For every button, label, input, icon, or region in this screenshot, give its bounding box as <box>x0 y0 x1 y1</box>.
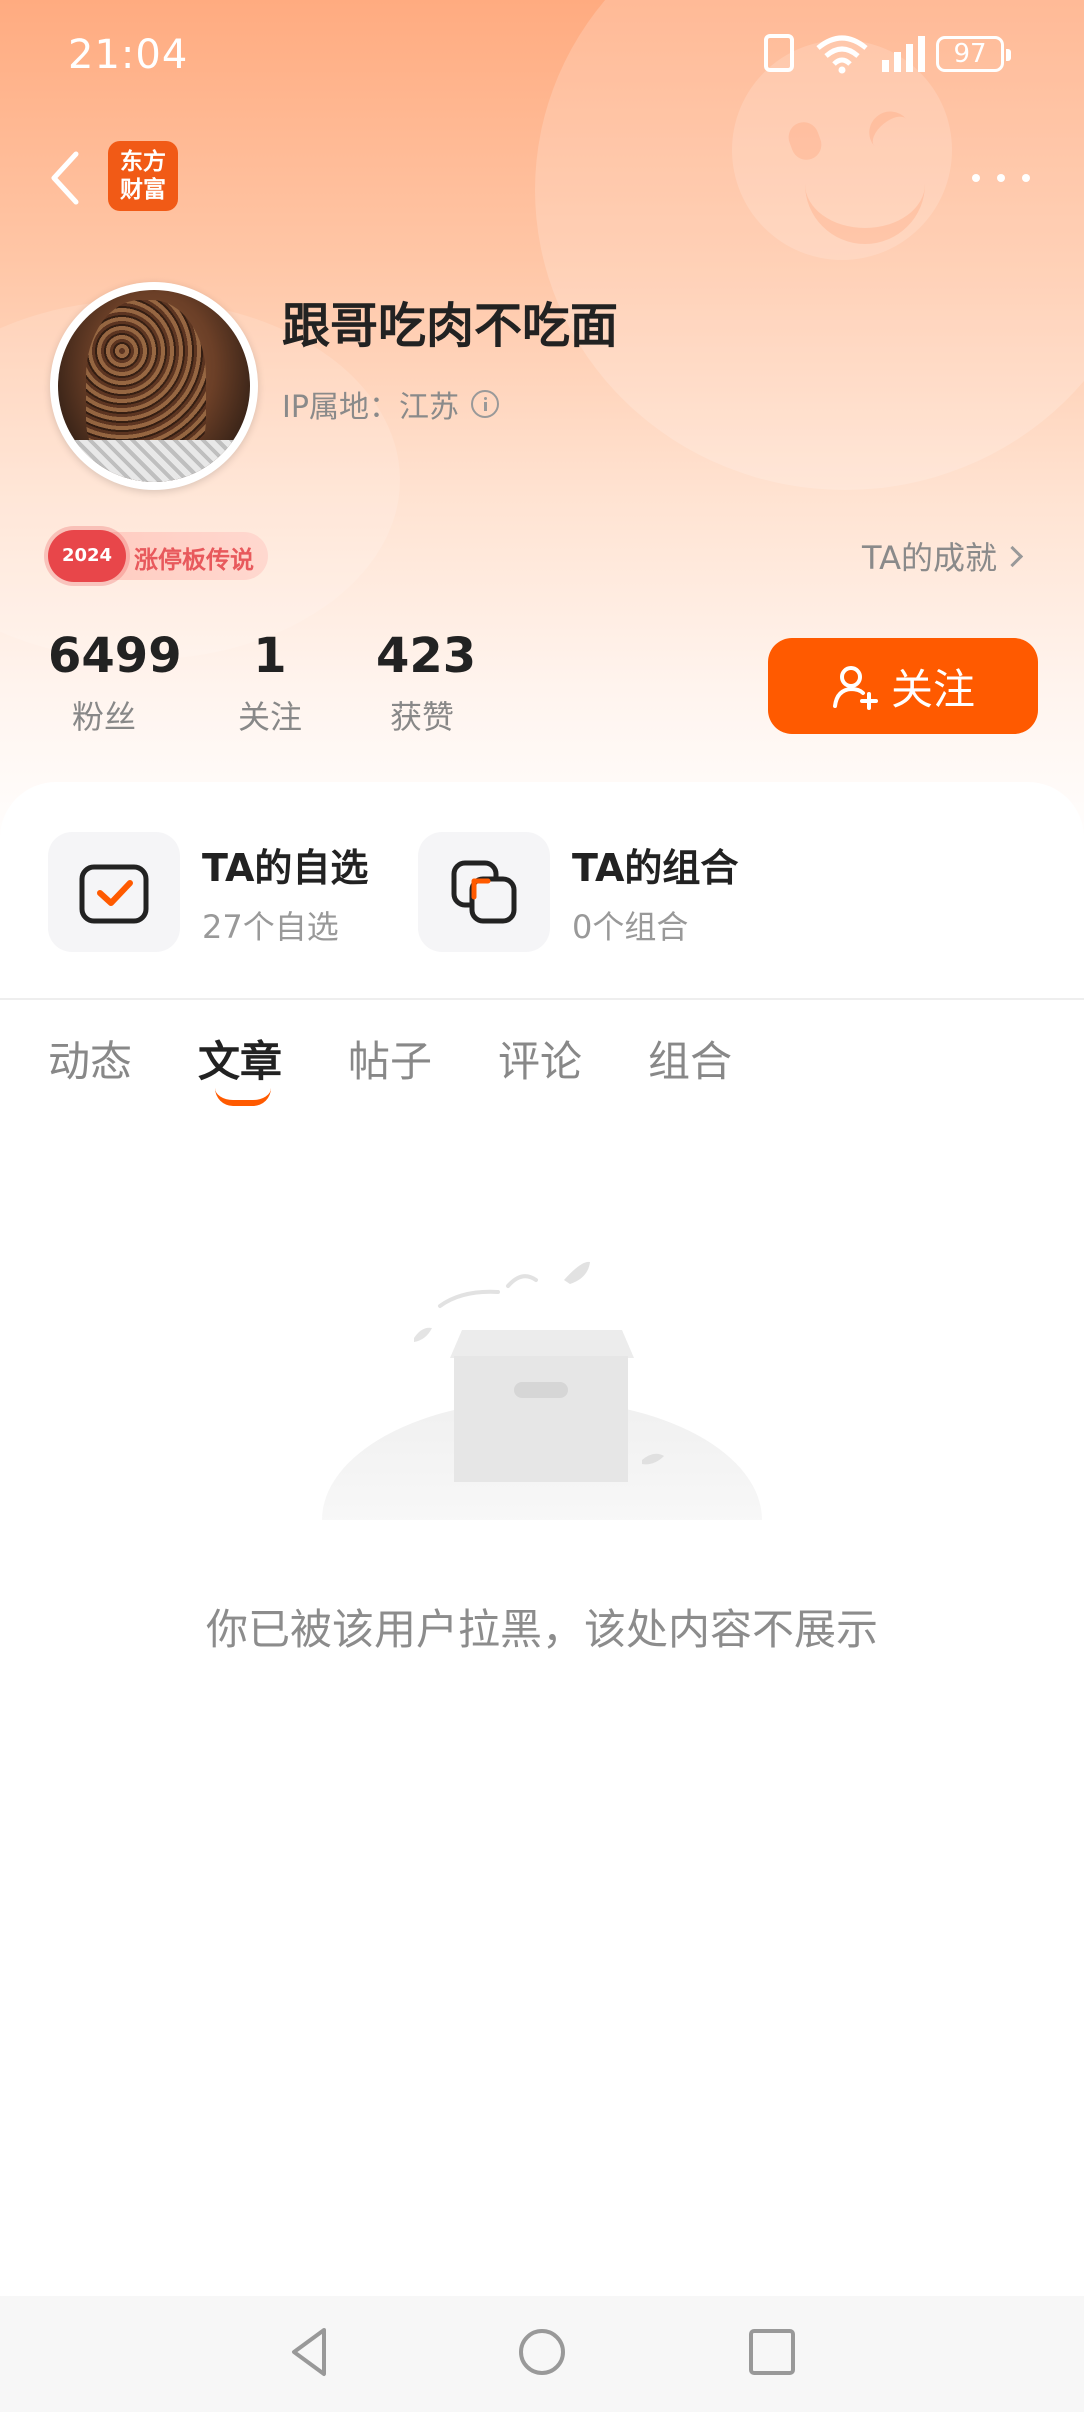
follow-button[interactable]: 关注 <box>768 638 1038 734</box>
follow-label: 关注 <box>890 664 975 714</box>
stat-following[interactable]: 1 关注 <box>230 628 310 738</box>
empty-box-illustration <box>322 1261 762 1520</box>
divider <box>0 998 1084 1000</box>
ip-location: IP属地：江苏 <box>282 382 499 426</box>
battery-indicator: 97 <box>936 36 1011 72</box>
portfolio-entry[interactable]: TA的组合 0个组合 <box>418 832 738 952</box>
system-nav-bar <box>0 2296 1084 2412</box>
chevron-right-icon <box>1001 545 1024 567</box>
vibrate-icon <box>764 34 794 72</box>
portfolio-tile <box>418 832 550 952</box>
tab-portfolios[interactable]: 组合 <box>648 1028 732 1089</box>
portfolio-count: 0个组合 <box>572 907 689 946</box>
logo-line1: 东方 <box>120 148 166 175</box>
empty-state-message: 你已被该用户拉黑，该处内容不展示 <box>205 1605 878 1654</box>
stat-label: 粉丝 <box>71 698 136 736</box>
status-time: 21:04 <box>68 32 189 78</box>
stat-likes[interactable]: 423 获赞 <box>376 628 477 738</box>
stat-value: 1 <box>253 628 287 684</box>
nav-recents-icon[interactable] <box>742 2322 802 2382</box>
avatar[interactable] <box>50 282 258 490</box>
logo-line2: 财富 <box>120 176 166 203</box>
portfolio-icon <box>451 860 517 924</box>
more-options-icon[interactable] <box>970 158 1032 194</box>
watchlist-tile <box>48 832 180 952</box>
ip-location-text: IP属地：江苏 <box>282 390 459 425</box>
portfolio-title: TA的组合 <box>572 845 739 890</box>
achievements-label: TA的成就 <box>862 539 997 577</box>
username: 跟哥吃肉不吃面 <box>282 298 619 354</box>
nav-home-icon[interactable] <box>512 2322 572 2382</box>
tab-comments[interactable]: 评论 <box>498 1028 582 1089</box>
tab-dynamics[interactable]: 动态 <box>48 1028 132 1089</box>
stat-label: 获赞 <box>389 698 454 736</box>
avatar-image <box>58 290 250 482</box>
nav-back-icon[interactable] <box>280 2322 340 2382</box>
achievement-badge[interactable]: 2024 涨停板传说 <box>48 530 268 582</box>
checkbox-icon <box>79 864 149 924</box>
stat-value: 6499 <box>48 628 182 684</box>
badge-label: 涨停板传说 <box>134 546 254 574</box>
watchlist-title: TA的自选 <box>202 845 369 890</box>
tab-posts[interactable]: 帖子 <box>348 1028 432 1089</box>
user-plus-icon <box>832 666 878 710</box>
badge-year: 2024 <box>48 530 126 582</box>
watchlist-entry[interactable]: TA的自选 27个自选 <box>48 832 368 952</box>
info-icon[interactable] <box>470 390 499 418</box>
back-arrow-icon[interactable] <box>46 148 86 208</box>
watchlist-count: 27个自选 <box>202 907 339 946</box>
stat-fans[interactable]: 6499 粉丝 <box>48 628 182 738</box>
achievements-link[interactable]: TA的成就 <box>862 533 1024 579</box>
signal-icon <box>882 36 925 72</box>
stat-label: 关注 <box>237 698 302 736</box>
status-bar: 21:04 97 <box>0 0 1084 110</box>
stat-value: 423 <box>376 628 477 684</box>
app-logo[interactable]: 东方 财富 <box>108 141 178 211</box>
wifi-icon <box>816 35 868 74</box>
tab-articles[interactable]: 文章 <box>198 1028 282 1089</box>
